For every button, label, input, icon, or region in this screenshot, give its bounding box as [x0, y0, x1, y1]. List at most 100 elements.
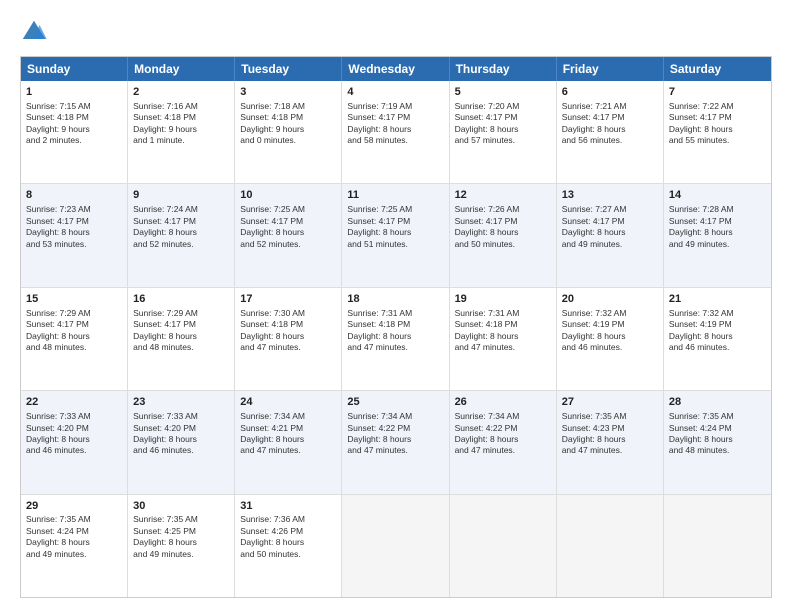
day-number: 30: [133, 499, 229, 514]
logo: [20, 18, 52, 46]
day-info: Sunrise: 7:22 AM Sunset: 4:17 PM Dayligh…: [669, 101, 766, 147]
day-info: Sunrise: 7:35 AM Sunset: 4:23 PM Dayligh…: [562, 411, 658, 457]
calendar-body: 1Sunrise: 7:15 AM Sunset: 4:18 PM Daylig…: [21, 81, 771, 597]
day-number: 12: [455, 188, 551, 203]
calendar-day-cell: 22Sunrise: 7:33 AM Sunset: 4:20 PM Dayli…: [21, 391, 128, 493]
day-info: Sunrise: 7:32 AM Sunset: 4:19 PM Dayligh…: [562, 308, 658, 354]
day-number: 27: [562, 395, 658, 410]
day-info: Sunrise: 7:15 AM Sunset: 4:18 PM Dayligh…: [26, 101, 122, 147]
calendar-day-cell: 1Sunrise: 7:15 AM Sunset: 4:18 PM Daylig…: [21, 81, 128, 183]
header: [20, 18, 772, 46]
day-info: Sunrise: 7:19 AM Sunset: 4:17 PM Dayligh…: [347, 101, 443, 147]
day-number: 18: [347, 292, 443, 307]
day-number: 9: [133, 188, 229, 203]
day-number: 23: [133, 395, 229, 410]
day-info: Sunrise: 7:16 AM Sunset: 4:18 PM Dayligh…: [133, 101, 229, 147]
day-info: Sunrise: 7:33 AM Sunset: 4:20 PM Dayligh…: [133, 411, 229, 457]
day-number: 6: [562, 85, 658, 100]
day-info: Sunrise: 7:18 AM Sunset: 4:18 PM Dayligh…: [240, 101, 336, 147]
calendar-day-cell: 30Sunrise: 7:35 AM Sunset: 4:25 PM Dayli…: [128, 495, 235, 597]
weekday-header: Saturday: [664, 57, 771, 81]
calendar-row: 8Sunrise: 7:23 AM Sunset: 4:17 PM Daylig…: [21, 184, 771, 287]
calendar-day-cell: 18Sunrise: 7:31 AM Sunset: 4:18 PM Dayli…: [342, 288, 449, 390]
calendar-day-cell: 21Sunrise: 7:32 AM Sunset: 4:19 PM Dayli…: [664, 288, 771, 390]
day-info: Sunrise: 7:28 AM Sunset: 4:17 PM Dayligh…: [669, 204, 766, 250]
day-info: Sunrise: 7:27 AM Sunset: 4:17 PM Dayligh…: [562, 204, 658, 250]
day-number: 14: [669, 188, 766, 203]
day-number: 19: [455, 292, 551, 307]
day-info: Sunrise: 7:29 AM Sunset: 4:17 PM Dayligh…: [133, 308, 229, 354]
calendar-row: 29Sunrise: 7:35 AM Sunset: 4:24 PM Dayli…: [21, 495, 771, 597]
day-number: 11: [347, 188, 443, 203]
day-number: 24: [240, 395, 336, 410]
day-info: Sunrise: 7:36 AM Sunset: 4:26 PM Dayligh…: [240, 514, 336, 560]
day-number: 20: [562, 292, 658, 307]
calendar-day-cell: 2Sunrise: 7:16 AM Sunset: 4:18 PM Daylig…: [128, 81, 235, 183]
day-info: Sunrise: 7:35 AM Sunset: 4:24 PM Dayligh…: [26, 514, 122, 560]
day-number: 10: [240, 188, 336, 203]
calendar-row: 15Sunrise: 7:29 AM Sunset: 4:17 PM Dayli…: [21, 288, 771, 391]
day-number: 15: [26, 292, 122, 307]
calendar-day-cell: 14Sunrise: 7:28 AM Sunset: 4:17 PM Dayli…: [664, 184, 771, 286]
day-info: Sunrise: 7:25 AM Sunset: 4:17 PM Dayligh…: [347, 204, 443, 250]
weekday-header: Sunday: [21, 57, 128, 81]
day-info: Sunrise: 7:34 AM Sunset: 4:21 PM Dayligh…: [240, 411, 336, 457]
day-number: 28: [669, 395, 766, 410]
day-info: Sunrise: 7:30 AM Sunset: 4:18 PM Dayligh…: [240, 308, 336, 354]
calendar-day-cell: 7Sunrise: 7:22 AM Sunset: 4:17 PM Daylig…: [664, 81, 771, 183]
calendar-row: 22Sunrise: 7:33 AM Sunset: 4:20 PM Dayli…: [21, 391, 771, 494]
calendar-day-cell: 23Sunrise: 7:33 AM Sunset: 4:20 PM Dayli…: [128, 391, 235, 493]
weekday-header: Thursday: [450, 57, 557, 81]
calendar-day-cell: 6Sunrise: 7:21 AM Sunset: 4:17 PM Daylig…: [557, 81, 664, 183]
day-number: 31: [240, 499, 336, 514]
weekday-header: Tuesday: [235, 57, 342, 81]
empty-cell: [450, 495, 557, 597]
calendar-day-cell: 25Sunrise: 7:34 AM Sunset: 4:22 PM Dayli…: [342, 391, 449, 493]
day-number: 13: [562, 188, 658, 203]
day-number: 4: [347, 85, 443, 100]
weekday-header: Wednesday: [342, 57, 449, 81]
day-number: 22: [26, 395, 122, 410]
calendar-day-cell: 24Sunrise: 7:34 AM Sunset: 4:21 PM Dayli…: [235, 391, 342, 493]
logo-icon: [20, 18, 48, 46]
calendar-day-cell: 20Sunrise: 7:32 AM Sunset: 4:19 PM Dayli…: [557, 288, 664, 390]
calendar-day-cell: 17Sunrise: 7:30 AM Sunset: 4:18 PM Dayli…: [235, 288, 342, 390]
calendar-day-cell: 9Sunrise: 7:24 AM Sunset: 4:17 PM Daylig…: [128, 184, 235, 286]
day-number: 8: [26, 188, 122, 203]
calendar-day-cell: 26Sunrise: 7:34 AM Sunset: 4:22 PM Dayli…: [450, 391, 557, 493]
empty-cell: [342, 495, 449, 597]
day-info: Sunrise: 7:21 AM Sunset: 4:17 PM Dayligh…: [562, 101, 658, 147]
day-number: 29: [26, 499, 122, 514]
day-info: Sunrise: 7:26 AM Sunset: 4:17 PM Dayligh…: [455, 204, 551, 250]
day-number: 2: [133, 85, 229, 100]
calendar-day-cell: 15Sunrise: 7:29 AM Sunset: 4:17 PM Dayli…: [21, 288, 128, 390]
calendar-day-cell: 10Sunrise: 7:25 AM Sunset: 4:17 PM Dayli…: [235, 184, 342, 286]
day-number: 16: [133, 292, 229, 307]
day-number: 5: [455, 85, 551, 100]
calendar-day-cell: 13Sunrise: 7:27 AM Sunset: 4:17 PM Dayli…: [557, 184, 664, 286]
day-info: Sunrise: 7:34 AM Sunset: 4:22 PM Dayligh…: [347, 411, 443, 457]
day-info: Sunrise: 7:35 AM Sunset: 4:25 PM Dayligh…: [133, 514, 229, 560]
calendar-day-cell: 31Sunrise: 7:36 AM Sunset: 4:26 PM Dayli…: [235, 495, 342, 597]
day-info: Sunrise: 7:24 AM Sunset: 4:17 PM Dayligh…: [133, 204, 229, 250]
day-info: Sunrise: 7:20 AM Sunset: 4:17 PM Dayligh…: [455, 101, 551, 147]
day-info: Sunrise: 7:25 AM Sunset: 4:17 PM Dayligh…: [240, 204, 336, 250]
calendar-day-cell: 4Sunrise: 7:19 AM Sunset: 4:17 PM Daylig…: [342, 81, 449, 183]
weekday-header: Monday: [128, 57, 235, 81]
day-number: 3: [240, 85, 336, 100]
day-info: Sunrise: 7:33 AM Sunset: 4:20 PM Dayligh…: [26, 411, 122, 457]
calendar-day-cell: 19Sunrise: 7:31 AM Sunset: 4:18 PM Dayli…: [450, 288, 557, 390]
page: SundayMondayTuesdayWednesdayThursdayFrid…: [0, 0, 792, 612]
day-number: 21: [669, 292, 766, 307]
calendar-row: 1Sunrise: 7:15 AM Sunset: 4:18 PM Daylig…: [21, 81, 771, 184]
calendar-header: SundayMondayTuesdayWednesdayThursdayFrid…: [21, 57, 771, 81]
calendar: SundayMondayTuesdayWednesdayThursdayFrid…: [20, 56, 772, 598]
calendar-day-cell: 11Sunrise: 7:25 AM Sunset: 4:17 PM Dayli…: [342, 184, 449, 286]
day-number: 17: [240, 292, 336, 307]
day-number: 1: [26, 85, 122, 100]
calendar-day-cell: 27Sunrise: 7:35 AM Sunset: 4:23 PM Dayli…: [557, 391, 664, 493]
day-info: Sunrise: 7:31 AM Sunset: 4:18 PM Dayligh…: [455, 308, 551, 354]
empty-cell: [557, 495, 664, 597]
calendar-day-cell: 8Sunrise: 7:23 AM Sunset: 4:17 PM Daylig…: [21, 184, 128, 286]
day-info: Sunrise: 7:29 AM Sunset: 4:17 PM Dayligh…: [26, 308, 122, 354]
